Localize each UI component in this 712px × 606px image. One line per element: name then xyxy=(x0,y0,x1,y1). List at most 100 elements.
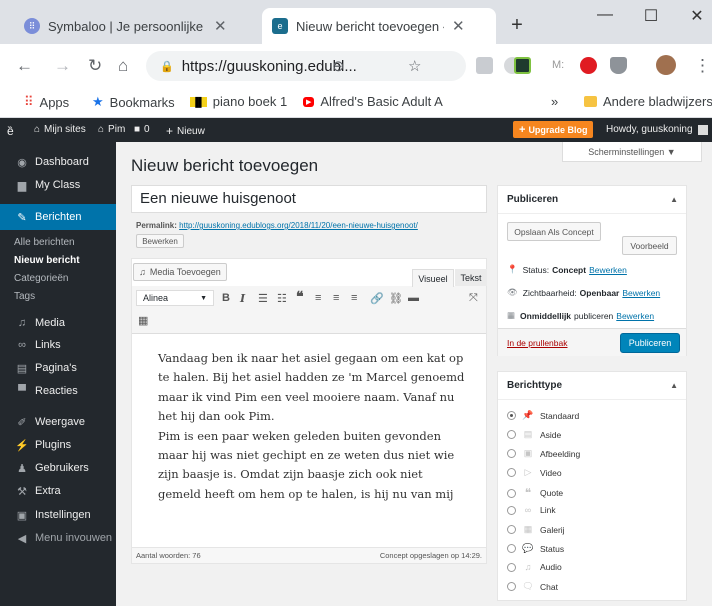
sidebar-item-extra[interactable]: ⚒ Extra xyxy=(0,478,116,504)
sidebar-item-my-class[interactable]: ▆ My Class xyxy=(0,172,116,198)
bookmark-other[interactable]: Andere bladwijzers xyxy=(584,94,712,109)
extension-pdf-icon[interactable] xyxy=(476,57,493,74)
blockquote-icon[interactable]: ❝ xyxy=(296,288,304,305)
tab-nieuw-bericht[interactable]: e Nieuw bericht toevoegen ‹ Pim ✕ xyxy=(262,8,496,44)
toolbar-toggle-icon[interactable]: ▦ xyxy=(138,314,148,327)
read-more-icon[interactable]: ▬ xyxy=(408,292,419,304)
new-tab-icon[interactable]: + xyxy=(502,14,532,37)
status-row: 📍 Status: Concept Bewerken xyxy=(507,264,627,275)
submenu-alle-berichten[interactable]: Alle berichten xyxy=(14,237,75,248)
tab-text[interactable]: Tekst xyxy=(455,269,487,286)
permalink-url[interactable]: http://guuskoning.edublogs.org/2018/11/2… xyxy=(179,221,418,230)
radio[interactable] xyxy=(507,544,516,553)
publish-button[interactable]: Publiceren xyxy=(620,333,680,353)
bookmark-bookmarks[interactable]: ★ Bookmarks xyxy=(92,94,175,110)
close-window-icon[interactable]: ✕ xyxy=(682,6,712,26)
format-option-aside[interactable]: ▤ Aside xyxy=(507,429,561,440)
edit-permalink-button[interactable]: Bewerken xyxy=(136,234,184,248)
site-menu[interactable]: ⌂ Pim xyxy=(98,124,125,135)
format-box-header[interactable]: Berichttype ▲ xyxy=(498,372,686,400)
forward-icon[interactable]: → xyxy=(54,56,71,76)
publish-box-header[interactable]: Publiceren ▲ xyxy=(498,186,686,214)
bullet-list-icon[interactable]: ☰ xyxy=(258,292,268,305)
trash-link[interactable]: In de prullenbak xyxy=(507,338,568,348)
extension-m-icon[interactable]: M: xyxy=(552,59,569,76)
tab-visual[interactable]: Visueel xyxy=(412,269,454,287)
bookmark-apps[interactable]: ⠿ Apps xyxy=(24,94,69,110)
extension-screen-icon[interactable] xyxy=(514,57,531,74)
edit-visibility-link[interactable]: Bewerken xyxy=(622,288,660,298)
radio[interactable] xyxy=(507,430,516,439)
format-option-afbeelding[interactable]: ▣ Afbeelding xyxy=(507,448,580,459)
bookmarks-more[interactable]: » xyxy=(551,94,558,109)
submenu-nieuw-bericht[interactable]: Nieuw bericht xyxy=(14,255,80,266)
sidebar-item-berichten[interactable]: ✎ Berichten xyxy=(0,204,116,230)
radio-selected[interactable] xyxy=(507,411,516,420)
bold-icon[interactable]: B xyxy=(222,292,230,304)
radio[interactable] xyxy=(507,582,516,591)
opera-icon[interactable] xyxy=(580,57,597,74)
profile-avatar[interactable] xyxy=(656,55,676,75)
chrome-menu-icon[interactable]: ⋮ xyxy=(694,56,711,76)
align-right-icon[interactable]: ≡ xyxy=(351,292,357,304)
editor-content[interactable]: Vandaag ben ik naar het asiel gegaan om … xyxy=(158,349,468,504)
sidebar-collapse-menu[interactable]: ◀ Menu invouwen xyxy=(0,525,116,551)
collapse-toggle-icon[interactable]: ▲ xyxy=(670,195,678,204)
submenu-tags[interactable]: Tags xyxy=(14,291,35,302)
home-icon[interactable]: ⌂ xyxy=(118,56,128,76)
radio[interactable] xyxy=(507,505,516,515)
format-option-status[interactable]: 💬 Status xyxy=(507,543,564,554)
bookmark-star-icon[interactable]: ☆ xyxy=(408,57,421,75)
close-tab-icon[interactable]: ✕ xyxy=(214,17,227,35)
radio[interactable] xyxy=(507,488,516,498)
comments-menu[interactable]: ■ 0 xyxy=(134,124,150,135)
save-draft-button[interactable]: Opslaan Als Concept xyxy=(507,222,601,241)
post-title-input[interactable]: Een nieuwe huisgenoot xyxy=(131,185,487,213)
back-icon[interactable]: ← xyxy=(16,56,33,76)
reload-icon[interactable]: ↻ xyxy=(88,56,102,76)
collapse-toggle-icon[interactable]: ▲ xyxy=(670,381,678,390)
radio[interactable] xyxy=(507,468,516,477)
preview-button[interactable]: Voorbeeld xyxy=(622,236,677,255)
format-option-chat[interactable]: 🗨 Chat xyxy=(507,581,558,592)
upgrade-blog-button[interactable]: + Upgrade Blog xyxy=(513,121,594,138)
format-option-standaard[interactable]: 📌 Standaard xyxy=(507,410,579,421)
dashboard-icon: ◉ xyxy=(17,156,27,169)
shield-extension-icon[interactable] xyxy=(610,57,627,74)
home-icon: ⌂ xyxy=(98,124,105,135)
numbered-list-icon[interactable]: ☷ xyxy=(277,292,287,305)
close-tab-icon[interactable]: ✕ xyxy=(452,17,465,35)
insert-link-icon[interactable]: 🔗 xyxy=(370,292,384,305)
bookmark-alfred[interactable]: ▶ Alfred's Basic Adult A xyxy=(303,94,451,109)
account-menu[interactable]: Howdy, guuskoning xyxy=(606,124,708,135)
minimize-icon[interactable]: — xyxy=(590,6,620,24)
format-option-video[interactable]: ▷ Video xyxy=(507,467,562,478)
format-option-link[interactable]: ∞ Link xyxy=(507,505,556,515)
format-option-galerij[interactable]: ▦ Galerij xyxy=(507,524,565,535)
radio[interactable] xyxy=(507,449,516,458)
zoom-icon[interactable]: ⊖ xyxy=(332,57,345,75)
format-select[interactable]: Alinea ▼ xyxy=(136,290,214,306)
align-left-icon[interactable]: ≡ xyxy=(315,292,321,304)
tab-symbaloo[interactable]: ⠿ Symbaloo | Je persoonlijke Starti ✕ xyxy=(14,8,260,44)
edublogs-logo-icon[interactable]: ȅ xyxy=(7,124,14,138)
maximize-icon[interactable]: ☐ xyxy=(636,6,666,26)
add-media-button[interactable]: ♫ Media Toevoegen xyxy=(133,263,227,281)
url-bar[interactable]: 🔒 https://guuskoning.edubl... ⊖ ☆ xyxy=(146,51,466,81)
edit-status-link[interactable]: Bewerken xyxy=(589,265,627,275)
screen-options-button[interactable]: Scherminstellingen ▼ xyxy=(562,142,702,162)
unlink-icon[interactable]: ⛓ xyxy=(389,292,403,305)
format-option-audio[interactable]: ♫ Audio xyxy=(507,562,562,572)
bookmark-piano[interactable]: ▐▌ piano boek 1 xyxy=(190,94,287,109)
align-center-icon[interactable]: ≡ xyxy=(333,292,339,304)
my-sites-menu[interactable]: ⌂ Mijn sites xyxy=(34,124,86,135)
radio[interactable] xyxy=(507,562,516,572)
edit-schedule-link[interactable]: Bewerken xyxy=(616,311,654,321)
italic-icon[interactable]: I xyxy=(240,292,245,305)
format-option-quote[interactable]: ❝ Quote xyxy=(507,486,563,500)
new-content-menu[interactable]: + Nieuw xyxy=(166,124,205,138)
submenu-categorieen[interactable]: Categorieën xyxy=(14,273,68,284)
sidebar-item-reacties[interactable]: ▀ Reacties xyxy=(0,378,116,404)
radio[interactable] xyxy=(507,525,516,534)
fullscreen-icon[interactable]: ⤧ xyxy=(469,292,478,305)
